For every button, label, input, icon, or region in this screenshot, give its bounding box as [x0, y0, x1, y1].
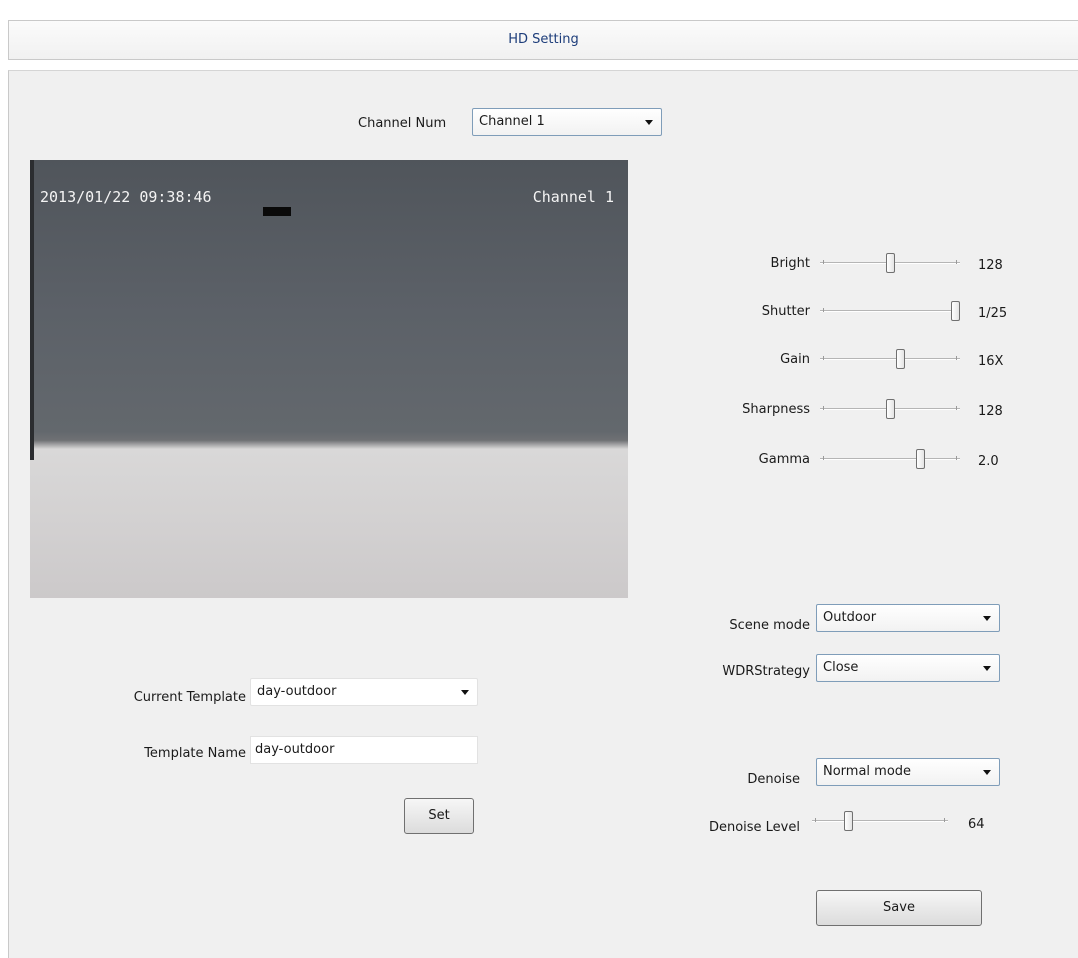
chevron-down-icon	[645, 120, 653, 125]
gamma-value: 2.0	[978, 454, 999, 469]
slider-thumb[interactable]	[886, 253, 895, 273]
window-title: HD Setting	[508, 32, 579, 47]
slider-tick	[823, 406, 824, 410]
template-name-value: day-outdoor	[255, 742, 335, 757]
sharpness-slider[interactable]	[820, 396, 960, 422]
gain-value: 16X	[978, 354, 1004, 369]
gamma-slider[interactable]	[820, 446, 960, 472]
slider-label-gain: Gain	[780, 352, 810, 367]
slider-label-bright: Bright	[770, 256, 810, 271]
chevron-down-icon	[983, 616, 991, 621]
scene-mode-value: Outdoor	[823, 610, 877, 625]
denoise-level-slider[interactable]	[812, 808, 948, 834]
chevron-down-icon	[461, 690, 469, 695]
video-preview: 2013/01/22 09:38:46 Channel 1	[30, 160, 628, 598]
denoise-value: Normal mode	[823, 764, 912, 779]
video-frame-edge	[30, 160, 34, 460]
template-name-label: Template Name	[144, 746, 246, 761]
slider-label-shutter: Shutter	[761, 304, 810, 319]
slider-tick	[956, 406, 957, 410]
slider-tick	[944, 818, 945, 822]
slider-track	[820, 458, 960, 460]
wdr-strategy-select[interactable]: Close	[816, 654, 1000, 682]
denoise-level-value: 64	[968, 817, 985, 832]
slider-tick	[956, 456, 957, 460]
shutter-slider[interactable]	[820, 298, 960, 324]
wdr-strategy-value: Close	[823, 660, 859, 675]
slider-track	[820, 358, 960, 360]
denoise-label: Denoise	[747, 772, 800, 787]
save-button[interactable]: Save	[816, 890, 982, 926]
window-titlebar: HD Setting	[8, 20, 1078, 60]
chevron-down-icon	[983, 770, 991, 775]
bright-slider[interactable]	[820, 250, 960, 276]
slider-tick	[823, 356, 824, 360]
channel-select-value: Channel 1	[479, 114, 545, 129]
slider-thumb[interactable]	[951, 301, 960, 321]
denoise-level-label: Denoise Level	[708, 820, 800, 835]
current-template-select[interactable]: day-outdoor	[250, 678, 478, 706]
slider-tick	[815, 818, 816, 822]
chevron-down-icon	[983, 666, 991, 671]
slider-tick	[823, 260, 824, 264]
slider-tick	[956, 260, 957, 264]
scene-mode-select[interactable]: Outdoor	[816, 604, 1000, 632]
slider-thumb[interactable]	[896, 349, 905, 369]
current-template-label: Current Template	[133, 690, 246, 705]
video-channel-label: Channel 1	[532, 188, 614, 206]
video-timestamp: 2013/01/22 09:38:46	[40, 188, 212, 206]
bright-value: 128	[978, 258, 1003, 273]
slider-thumb[interactable]	[916, 449, 925, 469]
channel-select[interactable]: Channel 1	[472, 108, 662, 136]
scene-mode-label: Scene mode	[729, 618, 810, 633]
channel-num-label: Channel Num	[358, 116, 447, 131]
shutter-value: 1/25	[978, 306, 1008, 321]
sharpness-value: 128	[978, 404, 1003, 419]
slider-tick	[823, 308, 824, 312]
slider-thumb[interactable]	[844, 811, 853, 831]
slider-label-sharpness: Sharpness	[742, 402, 810, 417]
template-name-input[interactable]: day-outdoor	[250, 736, 478, 764]
slider-tick	[823, 456, 824, 460]
video-osd-marker	[263, 207, 291, 216]
slider-track	[812, 820, 948, 822]
set-button[interactable]: Set	[404, 798, 474, 834]
denoise-select[interactable]: Normal mode	[816, 758, 1000, 786]
slider-tick	[956, 356, 957, 360]
current-template-value: day-outdoor	[257, 684, 337, 699]
gain-slider[interactable]	[820, 346, 960, 372]
slider-thumb[interactable]	[886, 399, 895, 419]
slider-track	[820, 310, 960, 312]
slider-label-gamma: Gamma	[758, 452, 810, 467]
wdr-strategy-label: WDRStrategy	[722, 664, 810, 679]
